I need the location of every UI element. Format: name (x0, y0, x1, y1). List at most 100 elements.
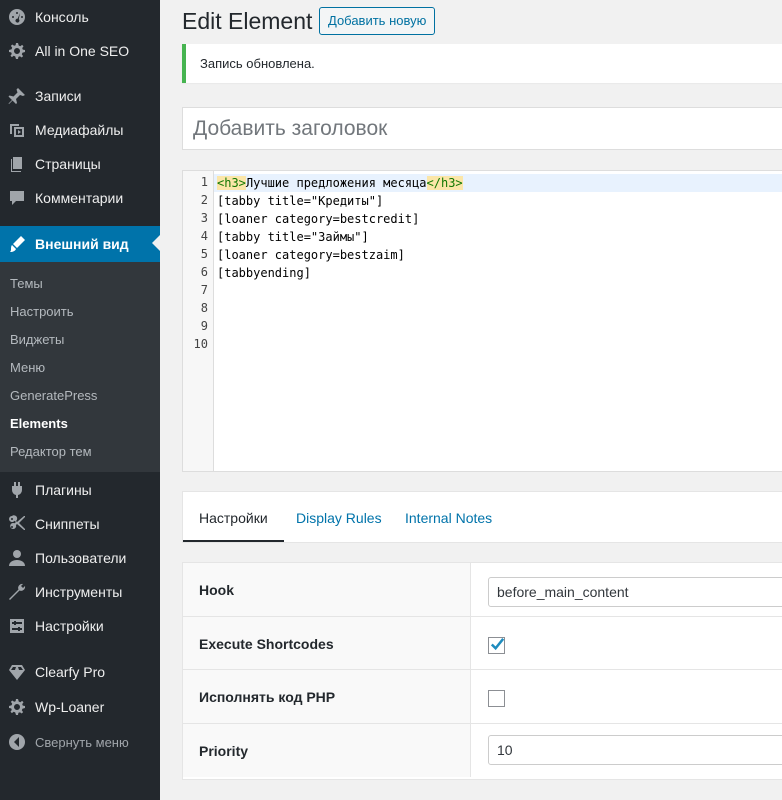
line-number: 5 (200, 247, 208, 261)
menu-item-label: Комментарии (35, 190, 124, 206)
line-number: 3 (200, 211, 208, 225)
line-number: 6 (200, 265, 208, 279)
gear-icon (7, 697, 27, 717)
settings-row-priority: Priority (183, 724, 782, 777)
menu-item-clearfy-pro[interactable]: Clearfy Pro (0, 655, 160, 689)
line-number: 8 (200, 301, 208, 315)
dashboard-icon (7, 7, 27, 27)
add-new-button[interactable]: Добавить новую (319, 7, 436, 35)
submenu-customize[interactable]: Настроить (10, 304, 74, 319)
admin-sidebar: Консоль All in One SEO Записи Медиафайлы… (0, 0, 160, 800)
settings-icon (7, 616, 27, 636)
menu-item-label: Записи (35, 88, 82, 104)
scissors-icon (7, 514, 27, 534)
menu-item-label: Настройки (35, 618, 104, 634)
menu-item-comments[interactable]: Комментарии (0, 181, 160, 215)
title-input[interactable] (182, 107, 782, 150)
pin-icon (7, 86, 27, 106)
code-line[interactable]: [loaner category=bestzaim] (214, 246, 782, 264)
line-number: 9 (200, 319, 208, 333)
collapse-menu-button[interactable]: Свернуть меню (0, 725, 160, 759)
code-line[interactable]: [loaner category=bestcredit] (214, 210, 782, 228)
menu-item-label: Свернуть меню (35, 734, 129, 750)
hook-input[interactable] (488, 577, 782, 607)
settings-row-php: Исполнять код PHP (183, 670, 782, 723)
menu-item-posts[interactable]: Записи (0, 79, 160, 113)
main-content: Edit Element Добавить новую Запись обнов… (160, 0, 782, 800)
priority-label: Priority (199, 743, 249, 759)
line-number: 7 (200, 283, 208, 297)
line-number: 10 (193, 337, 208, 351)
php-label: Исполнять код PHP (199, 689, 336, 705)
label-cell: Hook (183, 563, 471, 616)
code-text: Лучшие предложения месяца (245, 176, 427, 190)
hook-label: Hook (199, 582, 234, 598)
submenu-generatepress[interactable]: GeneratePress (10, 388, 97, 403)
menu-item-label: Wp-Loaner (35, 699, 105, 715)
menu-item-label: Медиафайлы (35, 122, 124, 138)
menu-item-label: All in One SEO (35, 43, 130, 59)
code-open-tag: <h3> (217, 176, 246, 190)
page-title: Edit Element (182, 8, 313, 34)
shortcodes-label: Execute Shortcodes (199, 636, 334, 652)
gear-icon (7, 41, 27, 61)
code-editor[interactable]: 1 2 3 4 5 6 7 8 9 10 <h3>Лучшие предложе… (182, 170, 782, 472)
notice-text: Запись обновлена. (200, 56, 315, 71)
menu-item-appearance[interactable]: Внешний вид (0, 226, 160, 262)
code-line[interactable]: <h3>Лучшие предложения месяца</h3> (214, 174, 782, 192)
code-line[interactable]: [tabby title="Кредиты"] (214, 192, 782, 210)
menu-item-wp-loaner[interactable]: Wp-Loaner (0, 690, 160, 724)
menu-item-label: Инструменты (35, 584, 123, 600)
success-notice: Запись обновлена. (182, 44, 782, 83)
user-icon (7, 548, 27, 568)
settings-table: Hook Execute Shortcodes Исполнять код PH… (182, 562, 782, 780)
submenu-elements[interactable]: Elements (10, 416, 68, 431)
collapse-icon (7, 732, 27, 752)
submenu-widgets[interactable]: Виджеты (10, 332, 64, 347)
submenu-theme-editor[interactable]: Редактор тем (10, 444, 92, 459)
tab-internal-notes[interactable]: Internal Notes (389, 492, 508, 542)
priority-input[interactable] (488, 735, 782, 765)
media-icon (7, 120, 27, 140)
tab-settings[interactable]: Настройки (183, 492, 284, 542)
label-cell: Исполнять код PHP (183, 670, 471, 723)
menu-item-media[interactable]: Медиафайлы (0, 113, 160, 147)
menu-item-plugins[interactable]: Плагины (0, 473, 160, 507)
menu-item-users[interactable]: Пользователи (0, 541, 160, 575)
menu-item-label: Плагины (35, 482, 92, 498)
menu-item-label: Пользователи (35, 550, 127, 566)
label-cell: Priority (183, 724, 471, 777)
wrench-icon (7, 582, 27, 602)
brush-icon (7, 234, 27, 254)
submenu-menus[interactable]: Меню (10, 360, 45, 375)
line-number: 1 (200, 175, 208, 189)
menu-item-label: Clearfy Pro (35, 664, 106, 680)
menu-item-label: Консоль (35, 9, 89, 25)
menu-item-pages[interactable]: Страницы (0, 147, 160, 181)
submenu-themes[interactable]: Темы (10, 276, 43, 291)
menu-item-console[interactable]: Консоль (0, 0, 160, 34)
menu-item-label: Сниппеты (35, 516, 100, 532)
line-number: 2 (200, 193, 208, 207)
menu-item-snippets[interactable]: Сниппеты (0, 507, 160, 541)
settings-row-shortcodes: Execute Shortcodes (183, 617, 782, 670)
code-line[interactable]: [tabbyending] (214, 264, 782, 282)
tab-display-rules[interactable]: Display Rules (280, 492, 398, 542)
code-close-tag: </h3> (426, 176, 463, 190)
comment-icon (7, 188, 27, 208)
menu-item-settings[interactable]: Настройки (0, 609, 160, 643)
diamond-icon (7, 662, 27, 682)
execute-php-checkbox[interactable] (488, 690, 505, 707)
appearance-submenu: Темы Настроить Виджеты Меню GeneratePres… (0, 262, 160, 472)
code-line[interactable]: [tabby title="Займы"] (214, 228, 782, 246)
menu-item-tools[interactable]: Инструменты (0, 575, 160, 609)
execute-shortcodes-checkbox[interactable] (488, 637, 505, 654)
menu-item-all-in-one-seo[interactable]: All in One SEO (0, 34, 160, 68)
settings-tabs: Настройки Display Rules Internal Notes (182, 491, 782, 543)
line-number: 4 (200, 229, 208, 243)
checkmark-icon (490, 638, 505, 651)
plugin-icon (7, 480, 27, 500)
menu-item-label: Страницы (35, 156, 101, 172)
line-number-gutter: 1 2 3 4 5 6 7 8 9 10 (183, 171, 214, 471)
settings-row-hook: Hook (183, 563, 782, 616)
